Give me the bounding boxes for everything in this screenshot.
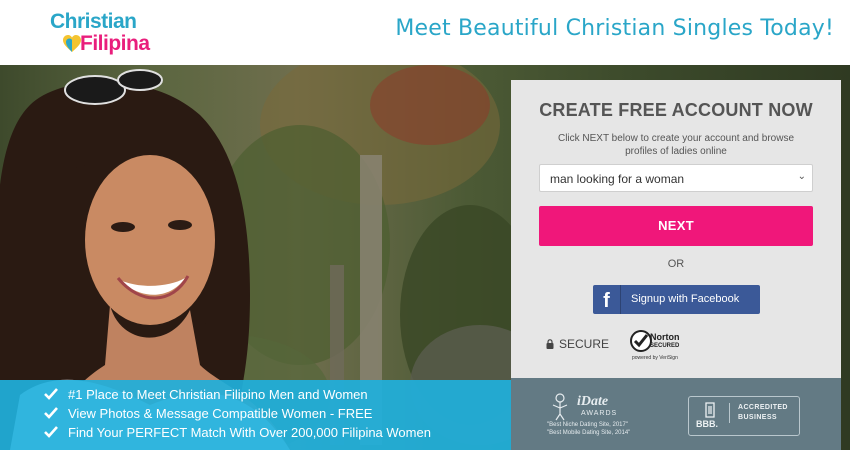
idate-awards-badge[interactable]: iDate AWARDS "Best Niche Dating Site, 20…	[537, 392, 657, 442]
norton-secured-badge[interactable]: Norton SECURED powered by VeriSign	[628, 327, 700, 367]
next-button[interactable]: NEXT	[539, 206, 813, 246]
idate-awards-label: AWARDS	[581, 410, 618, 417]
site-header: Christian Filipina Meet Beautiful Christ…	[0, 0, 850, 65]
idate-award-line-2: "Best Mobile Dating Site, 2014"	[547, 430, 631, 436]
idate-award-line-1: "Best Niche Dating Site, 2017"	[547, 422, 628, 428]
signup-title: CREATE FREE ACCOUNT NOW	[539, 100, 813, 120]
logo-text-top: Christian	[50, 10, 137, 33]
feature-item: Find Your PERFECT Match With Over 200,00…	[44, 425, 431, 440]
facebook-signup-label: Signup with Facebook	[631, 293, 740, 305]
norton-label: Norton	[650, 332, 680, 342]
idate-title: iDate	[577, 394, 609, 409]
feature-item: View Photos & Message Compatible Women -…	[44, 406, 372, 421]
logo-text-bottom: Filipina	[80, 32, 150, 55]
facebook-icon: f	[593, 285, 621, 314]
bbb-logo: BBB.	[695, 401, 725, 431]
features-bar: #1 Place to Meet Christian Filipino Men …	[0, 380, 511, 450]
check-icon	[44, 407, 58, 419]
feature-text: Find Your PERFECT Match With Over 200,00…	[68, 425, 431, 440]
bbb-accreditation-text: ACCREDITED BUSINESS	[729, 403, 795, 423]
feature-text: View Photos & Message Compatible Women -…	[68, 406, 373, 421]
check-icon	[44, 388, 58, 400]
bbb-business-label: BUSINESS	[738, 414, 777, 421]
check-icon	[44, 426, 58, 438]
secure-label: SECURE	[559, 337, 610, 351]
norton-powered-label: powered by VeriSign	[632, 355, 678, 361]
secure-indicator: SECURE	[546, 337, 609, 351]
norton-check-icon	[630, 330, 652, 352]
bbb-accredited-badge[interactable]: BBB. ACCREDITED BUSINESS	[688, 396, 800, 436]
bbb-accredited-label: ACCREDITED	[738, 404, 788, 411]
christian-filipina-logo[interactable]: Christian Filipina	[46, 8, 176, 58]
lock-icon	[546, 339, 554, 349]
header-tagline: Meet Beautiful Christian Singles Today!	[395, 16, 834, 41]
gender-seeking-value: man looking for a woman	[550, 172, 685, 186]
bbb-label: BBB.	[696, 419, 718, 429]
signup-panel: CREATE FREE ACCOUNT NOW Click NEXT below…	[511, 80, 841, 450]
feature-text: #1 Place to Meet Christian Filipino Men …	[68, 387, 368, 402]
signup-subtitle: Click NEXT below to create your account …	[557, 133, 795, 157]
gender-seeking-select[interactable]: man looking for a woman ⌄	[539, 164, 813, 192]
facebook-signup-button[interactable]: f Signup with Facebook	[593, 285, 760, 314]
or-separator: OR	[667, 258, 685, 270]
award-figure-icon	[552, 393, 568, 421]
heart-icon	[63, 35, 81, 52]
feature-item: #1 Place to Meet Christian Filipino Men …	[44, 387, 368, 402]
norton-secured-label: SECURED	[650, 343, 680, 349]
chevron-updown-icon: ⌄	[797, 171, 806, 182]
trust-badges-strip: iDate AWARDS "Best Niche Dating Site, 20…	[511, 378, 841, 450]
